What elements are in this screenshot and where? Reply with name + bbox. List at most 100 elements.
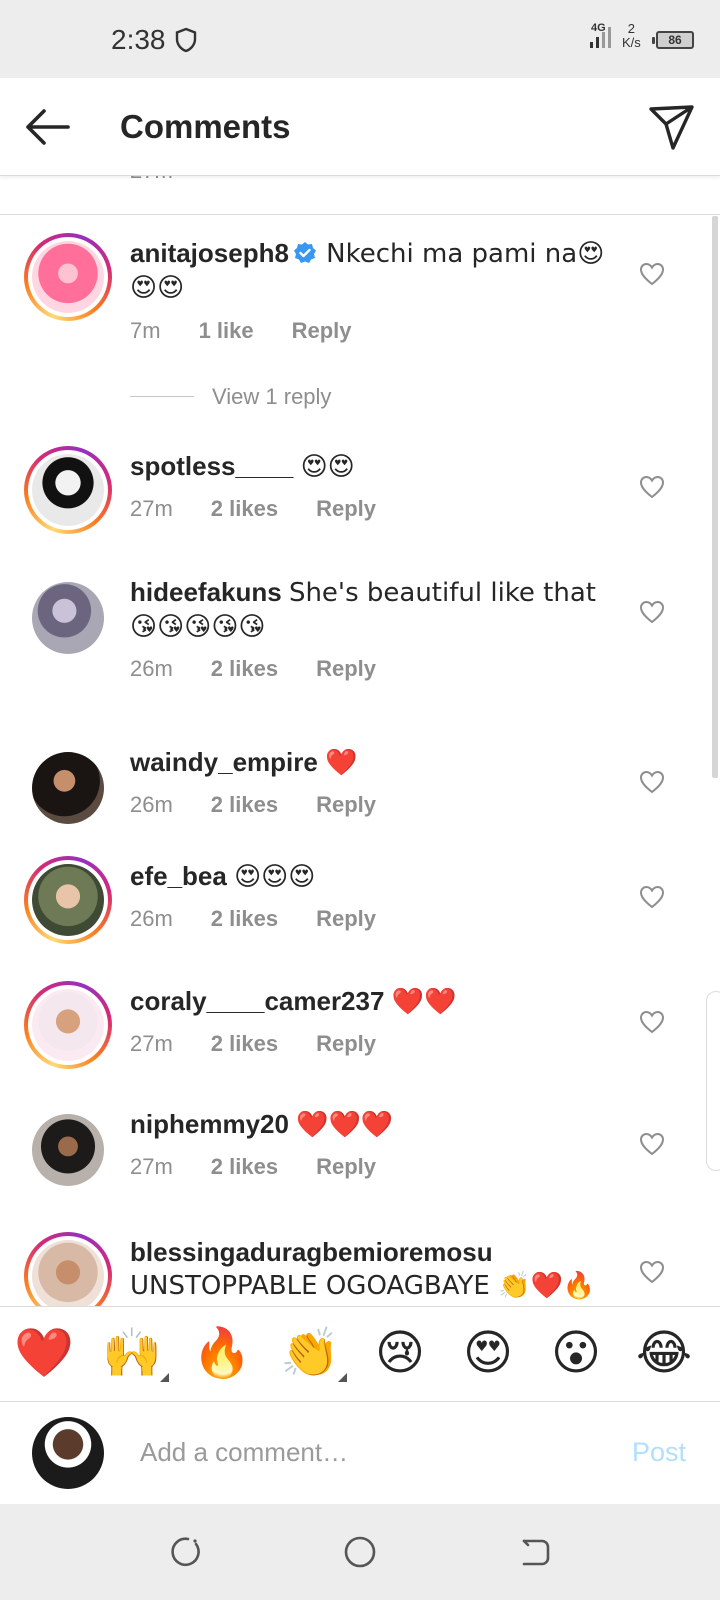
comment-likes[interactable]: 2 likes <box>211 1031 278 1056</box>
reaction-heart-eyes[interactable]: 😍 <box>458 1323 518 1383</box>
comment-username[interactable]: hideefakuns <box>130 577 282 607</box>
avatar[interactable] <box>32 752 104 824</box>
avatar[interactable] <box>24 446 112 534</box>
comment-time: 26m <box>130 656 173 681</box>
reaction-clap[interactable]: 👏 <box>280 1323 340 1383</box>
comment-body: 😍😍 <box>300 452 355 482</box>
like-heart-icon[interactable] <box>639 885 665 909</box>
add-comment-bar: Post <box>0 1402 720 1504</box>
system-nav-bar <box>0 1504 720 1600</box>
like-heart-icon[interactable] <box>639 475 665 499</box>
comment-likes[interactable]: 2 likes <box>211 792 278 817</box>
like-heart-icon[interactable] <box>639 1260 665 1284</box>
comment-input[interactable] <box>140 1432 580 1472</box>
reply-button[interactable]: Reply <box>316 792 376 817</box>
page-title: Comments <box>120 108 291 145</box>
comment-username[interactable]: niphemmy20 <box>130 1109 289 1139</box>
shield-icon <box>175 27 197 53</box>
like-heart-icon[interactable] <box>639 1010 665 1034</box>
reaction-raised-hands[interactable]: 🙌 <box>102 1323 162 1383</box>
comment-time: 26m <box>130 906 173 931</box>
comment-body: UNSTOPPABLE OGOAGBAYE 👏❤️🔥 <box>130 1271 596 1301</box>
comment-username[interactable]: efe_bea <box>130 861 227 891</box>
like-heart-icon[interactable] <box>639 262 665 286</box>
reply-button[interactable]: Reply <box>316 906 376 931</box>
comment-meta: 26m 2 likes Reply <box>130 792 414 818</box>
cut-off-timestamp: 27m <box>130 176 173 184</box>
comment-time: 27m <box>130 1154 173 1179</box>
comment-text: efe_bea 😍😍😍 <box>130 860 620 894</box>
status-bar: 2:38 4G 2 K/s 86 <box>0 0 720 78</box>
comment-text: spotless____ 😍😍 <box>130 450 620 484</box>
avatar[interactable] <box>32 1114 104 1186</box>
comment-body: ❤️ <box>325 748 358 778</box>
quick-reactions-bar: ❤️ 🙌 🔥 👏 😢 😍 😮 😂 <box>0 1306 720 1402</box>
comment-username[interactable]: anitajoseph8 <box>130 238 289 268</box>
view-replies-button[interactable]: View 1 reply <box>130 384 331 410</box>
comment-body: ❤️❤️❤️ <box>296 1110 394 1140</box>
comment-time: 27m <box>130 496 173 521</box>
reply-button[interactable]: Reply <box>316 656 376 681</box>
like-heart-icon[interactable] <box>639 600 665 624</box>
battery-icon: 86 <box>652 31 694 49</box>
comment-username[interactable]: blessingaduragbemioremosu <box>130 1237 493 1267</box>
comment-body: ❤️❤️ <box>391 987 457 1017</box>
comment-text: blessingaduragbemioremosu UNSTOPPABLE OG… <box>130 1236 620 1306</box>
recents-icon[interactable] <box>166 1534 202 1570</box>
comment-meta: 27m 2 likes Reply <box>130 1031 414 1057</box>
fast-scroll-handle[interactable] <box>706 991 720 1171</box>
comments-list[interactable]: 27m anitajoseph8 Nkechi ma pami na😍😍😍 7m… <box>0 176 720 1306</box>
comment-meta: 26m 2 likes Reply <box>130 906 414 932</box>
network-speed: 2 K/s <box>622 21 641 50</box>
comment-meta: 27m 2 likes Reply <box>130 496 414 522</box>
comment-likes[interactable]: 2 likes <box>211 906 278 931</box>
reaction-fire[interactable]: 🔥 <box>192 1323 252 1383</box>
avatar <box>32 1417 104 1489</box>
send-icon[interactable] <box>647 102 697 152</box>
comment-username[interactable]: waindy_empire <box>130 747 318 777</box>
comment-time: 27m <box>130 1031 173 1056</box>
back-arrow-icon[interactable] <box>22 102 72 152</box>
reply-button[interactable]: Reply <box>292 318 352 343</box>
comment-body: 😍😍😍 <box>234 862 316 892</box>
comment-likes[interactable]: 1 like <box>199 318 254 343</box>
comment-username[interactable]: coraly____camer237 <box>130 986 384 1016</box>
comment-text: hideefakuns She's beautiful like that😘😘😘… <box>130 576 620 644</box>
post-button[interactable]: Post <box>632 1437 686 1468</box>
verified-badge-icon <box>293 242 316 263</box>
reaction-surprised[interactable]: 😮 <box>546 1323 606 1383</box>
comment-meta: 27m 2 likes Reply <box>130 1154 414 1180</box>
status-time: 2:38 <box>111 24 166 55</box>
reaction-crying[interactable]: 😢 <box>370 1323 430 1383</box>
scrollbar[interactable] <box>712 216 718 778</box>
comment-username[interactable]: spotless____ <box>130 451 293 481</box>
comment-meta: 7m 1 like Reply <box>130 318 390 344</box>
comment-likes[interactable]: 2 likes <box>211 656 278 681</box>
reply-button[interactable]: Reply <box>316 1154 376 1179</box>
reaction-laughing[interactable]: 😂 <box>634 1323 694 1383</box>
avatar[interactable] <box>24 1232 112 1306</box>
comment-text: niphemmy20 ❤️❤️❤️ <box>130 1108 620 1142</box>
comment-likes[interactable]: 2 likes <box>211 496 278 521</box>
reply-button[interactable]: Reply <box>316 496 376 521</box>
comment-text: anitajoseph8 Nkechi ma pami na😍😍😍 <box>130 237 620 305</box>
like-heart-icon[interactable] <box>639 770 665 794</box>
comment-time: 7m <box>130 318 161 343</box>
comments-header: Comments <box>0 78 720 176</box>
like-heart-icon[interactable] <box>639 1132 665 1156</box>
avatar[interactable] <box>24 981 112 1069</box>
avatar[interactable] <box>24 233 112 321</box>
comment-likes[interactable]: 2 likes <box>211 1154 278 1179</box>
skin-tone-corner-icon <box>160 1373 169 1382</box>
comment-time: 26m <box>130 792 173 817</box>
avatar[interactable] <box>24 856 112 944</box>
reaction-heart[interactable]: ❤️ <box>14 1323 74 1383</box>
home-icon[interactable] <box>342 1534 378 1570</box>
comment-text: coraly____camer237 ❤️❤️ <box>130 985 620 1019</box>
skin-tone-corner-icon <box>338 1373 347 1382</box>
back-nav-icon[interactable] <box>518 1534 554 1570</box>
network-type: 4G <box>591 22 606 34</box>
reply-button[interactable]: Reply <box>316 1031 376 1056</box>
comment-text: waindy_empire ❤️ <box>130 746 620 780</box>
avatar[interactable] <box>32 582 104 654</box>
